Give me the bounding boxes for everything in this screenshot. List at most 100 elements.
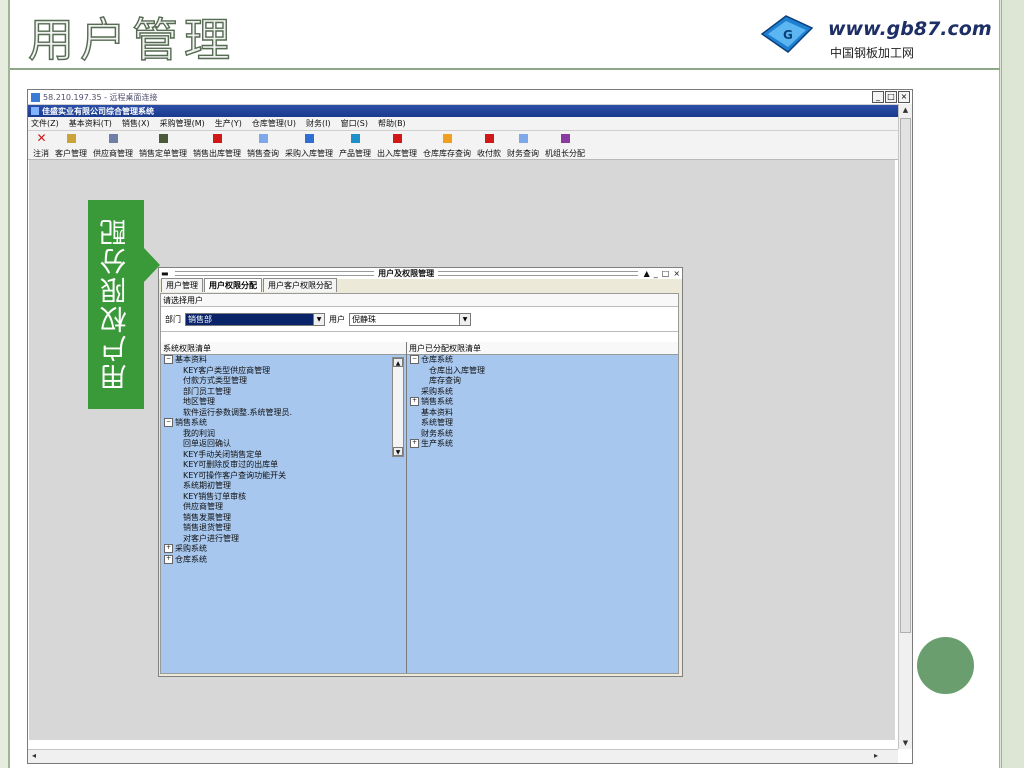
sales-order-icon <box>158 134 168 143</box>
tab-user-customer-permission[interactable]: 用户客户权限分配 <box>263 278 337 292</box>
menu-production[interactable]: 生产(Y) <box>215 118 242 129</box>
scroll-down-arrow-icon[interactable]: ▼ <box>393 447 403 456</box>
tree-item[interactable]: 软件运行参数调整.系统管理员. <box>161 408 406 419</box>
toolbar-button-12[interactable]: 机组长分配 <box>542 134 588 159</box>
expand-icon[interactable]: + <box>410 397 419 406</box>
scroll-down-arrow-icon[interactable]: ▼ <box>899 737 912 749</box>
tree-item[interactable]: 回单返回确认 <box>161 439 406 450</box>
scroll-thumb[interactable] <box>900 118 911 633</box>
toolbar-button-6[interactable]: 采购入库管理 <box>282 134 336 159</box>
dialog-maximize-button[interactable]: □ <box>660 269 672 278</box>
dialog-minimize-button[interactable]: _ <box>652 269 660 278</box>
tree-item[interactable]: 系统管理 <box>407 418 678 429</box>
horizontal-scrollbar[interactable]: ◂ ▸ <box>28 749 898 763</box>
tree-item[interactable]: + 仓库系统 <box>161 554 406 566</box>
tree-item[interactable]: 对客户进行管理 <box>161 534 406 545</box>
toolbar-button-10[interactable]: 收付款 <box>474 134 504 159</box>
tree-item[interactable]: 付款方式类型管理 <box>161 376 406 387</box>
stock-io-icon <box>392 134 402 143</box>
tree-item[interactable]: KEY可删除反审过的出库单 <box>161 460 406 471</box>
tree-item[interactable]: − 销售系统 <box>161 418 406 429</box>
tree-item-label: 库存查询 <box>429 376 461 385</box>
tree-item[interactable]: KEY可操作客户查询功能开关 <box>161 471 406 482</box>
toolbar-button-9[interactable]: 仓库库存查询 <box>420 134 474 159</box>
dialog-system-menu-icon[interactable]: ▬ <box>159 269 171 278</box>
toolbar-button-8[interactable]: 出入库管理 <box>374 134 420 159</box>
expand-icon[interactable]: + <box>164 544 173 553</box>
toolbar-button-1[interactable]: 客户管理 <box>52 134 90 159</box>
toolbar-button-3[interactable]: 销售定单管理 <box>136 134 190 159</box>
dept-select[interactable]: 销售部 ▼ <box>185 312 325 326</box>
tree-item[interactable]: − 基本资料 <box>161 355 406 366</box>
inventory-query-icon <box>442 134 452 143</box>
dialog-close-button[interactable]: × <box>671 269 682 278</box>
toolbar-button-4[interactable]: 销售出库管理 <box>190 134 244 159</box>
user-select[interactable]: 倪静珠 ▼ <box>349 312 471 326</box>
tab-user-permission[interactable]: 用户权限分配 <box>204 278 262 292</box>
menu-basic-data[interactable]: 基本资料(T) <box>69 118 112 129</box>
tree-item[interactable]: − 仓库系统 <box>407 355 678 366</box>
scroll-up-arrow-icon[interactable]: ▲ <box>899 104 912 116</box>
tree-item[interactable]: 财务系统 <box>407 429 678 440</box>
toolbar-button-label: 产品管理 <box>339 149 371 158</box>
toolbar-button-label: 注消 <box>33 149 49 158</box>
tree-item[interactable]: 仓库出入库管理 <box>407 366 678 377</box>
assigned-permission-tree[interactable]: − 仓库系统 仓库出入库管理 库存查询 采购系统 + 销售系统 基本资料 系统管理 财务系统 + 生产… <box>407 355 678 673</box>
minimize-button[interactable]: _ <box>872 91 884 103</box>
close-button[interactable]: × <box>898 91 910 103</box>
tree-item-label: 软件运行参数调整.系统管理员. <box>183 407 293 417</box>
menu-finance[interactable]: 财务(I) <box>306 118 331 129</box>
tree-scrollbar[interactable]: ▲ ▼ <box>392 357 404 457</box>
toolbar-button-5[interactable]: 销售查询 <box>244 134 282 159</box>
product-icon <box>350 134 360 143</box>
tree-item[interactable]: 基本资料 <box>407 408 678 419</box>
tree-item[interactable]: 地区管理 <box>161 397 406 408</box>
toolbar-button-0[interactable]: ✕ 注消 <box>30 132 52 159</box>
tree-item-label: 销售系统 <box>421 397 453 406</box>
collapse-icon[interactable]: − <box>410 355 419 364</box>
gb87-logo[interactable]: G www.gb87.com 中国钢板加工网 <box>760 12 998 60</box>
toolbar-button-7[interactable]: 产品管理 <box>336 134 374 159</box>
scroll-right-arrow-icon[interactable]: ▸ <box>870 750 882 763</box>
expand-icon[interactable]: + <box>410 439 419 448</box>
tree-item-label: 生产系统 <box>421 439 453 448</box>
tree-item[interactable]: + 销售系统 <box>407 397 678 408</box>
chevron-down-icon[interactable]: ▼ <box>459 313 470 325</box>
menu-sales[interactable]: 销售(X) <box>122 118 150 129</box>
dialog-collapse-button[interactable]: ▲ <box>642 269 652 278</box>
tree-item[interactable]: + 生产系统 <box>407 439 678 450</box>
scroll-left-arrow-icon[interactable]: ◂ <box>28 750 40 763</box>
menu-file[interactable]: 文件(Z) <box>31 118 59 129</box>
chevron-down-icon[interactable]: ▼ <box>313 313 324 325</box>
toolbar-button-2[interactable]: 供应商管理 <box>90 134 136 159</box>
tree-item[interactable]: + 采购系统 <box>161 544 406 555</box>
collapse-icon[interactable]: − <box>164 355 173 364</box>
tree-item[interactable]: 供应商管理 <box>161 502 406 513</box>
tree-item[interactable]: 采购系统 <box>407 387 678 398</box>
maximize-button[interactable]: □ <box>885 91 897 103</box>
menu-warehouse[interactable]: 仓库管理(U) <box>252 118 296 129</box>
tree-item[interactable]: 系统期初管理 <box>161 481 406 492</box>
supplier-icon <box>108 134 118 143</box>
toolbar-button-11[interactable]: 财务查询 <box>504 134 542 159</box>
tree-item[interactable]: KEY手动关闭销售定单 <box>161 450 406 461</box>
tab-user-management[interactable]: 用户管理 <box>161 278 203 292</box>
menu-window[interactable]: 窗口(S) <box>341 118 368 129</box>
tree-item[interactable]: KEY客户类型供应商管理 <box>161 366 406 377</box>
menu-purchase[interactable]: 采购管理(M) <box>160 118 205 129</box>
tree-item[interactable]: 部门员工管理 <box>161 387 406 398</box>
vertical-scrollbar[interactable]: ▲ ▼ <box>898 104 912 749</box>
slide-frame-right <box>999 0 1024 768</box>
scroll-up-arrow-icon[interactable]: ▲ <box>393 358 403 367</box>
tree-item[interactable]: 销售退货管理 <box>161 523 406 534</box>
expand-icon[interactable]: + <box>164 554 173 564</box>
tree-item[interactable]: KEY销售订单审核 <box>161 492 406 503</box>
tree-item[interactable]: 我的利润 <box>161 429 406 440</box>
slide-frame-left <box>0 0 10 768</box>
tree-item[interactable]: 销售发票管理 <box>161 513 406 524</box>
tree-item[interactable]: 库存查询 <box>407 376 678 387</box>
collapse-icon[interactable]: − <box>164 418 173 427</box>
system-permission-tree[interactable]: ▲ ▼ − 基本资料 KEY客户类型供应商管理 付款方式类型管理 部门员工管理 地区管理软… <box>161 355 406 673</box>
menu-help[interactable]: 帮助(B) <box>378 118 406 129</box>
customer-icon <box>66 134 76 143</box>
